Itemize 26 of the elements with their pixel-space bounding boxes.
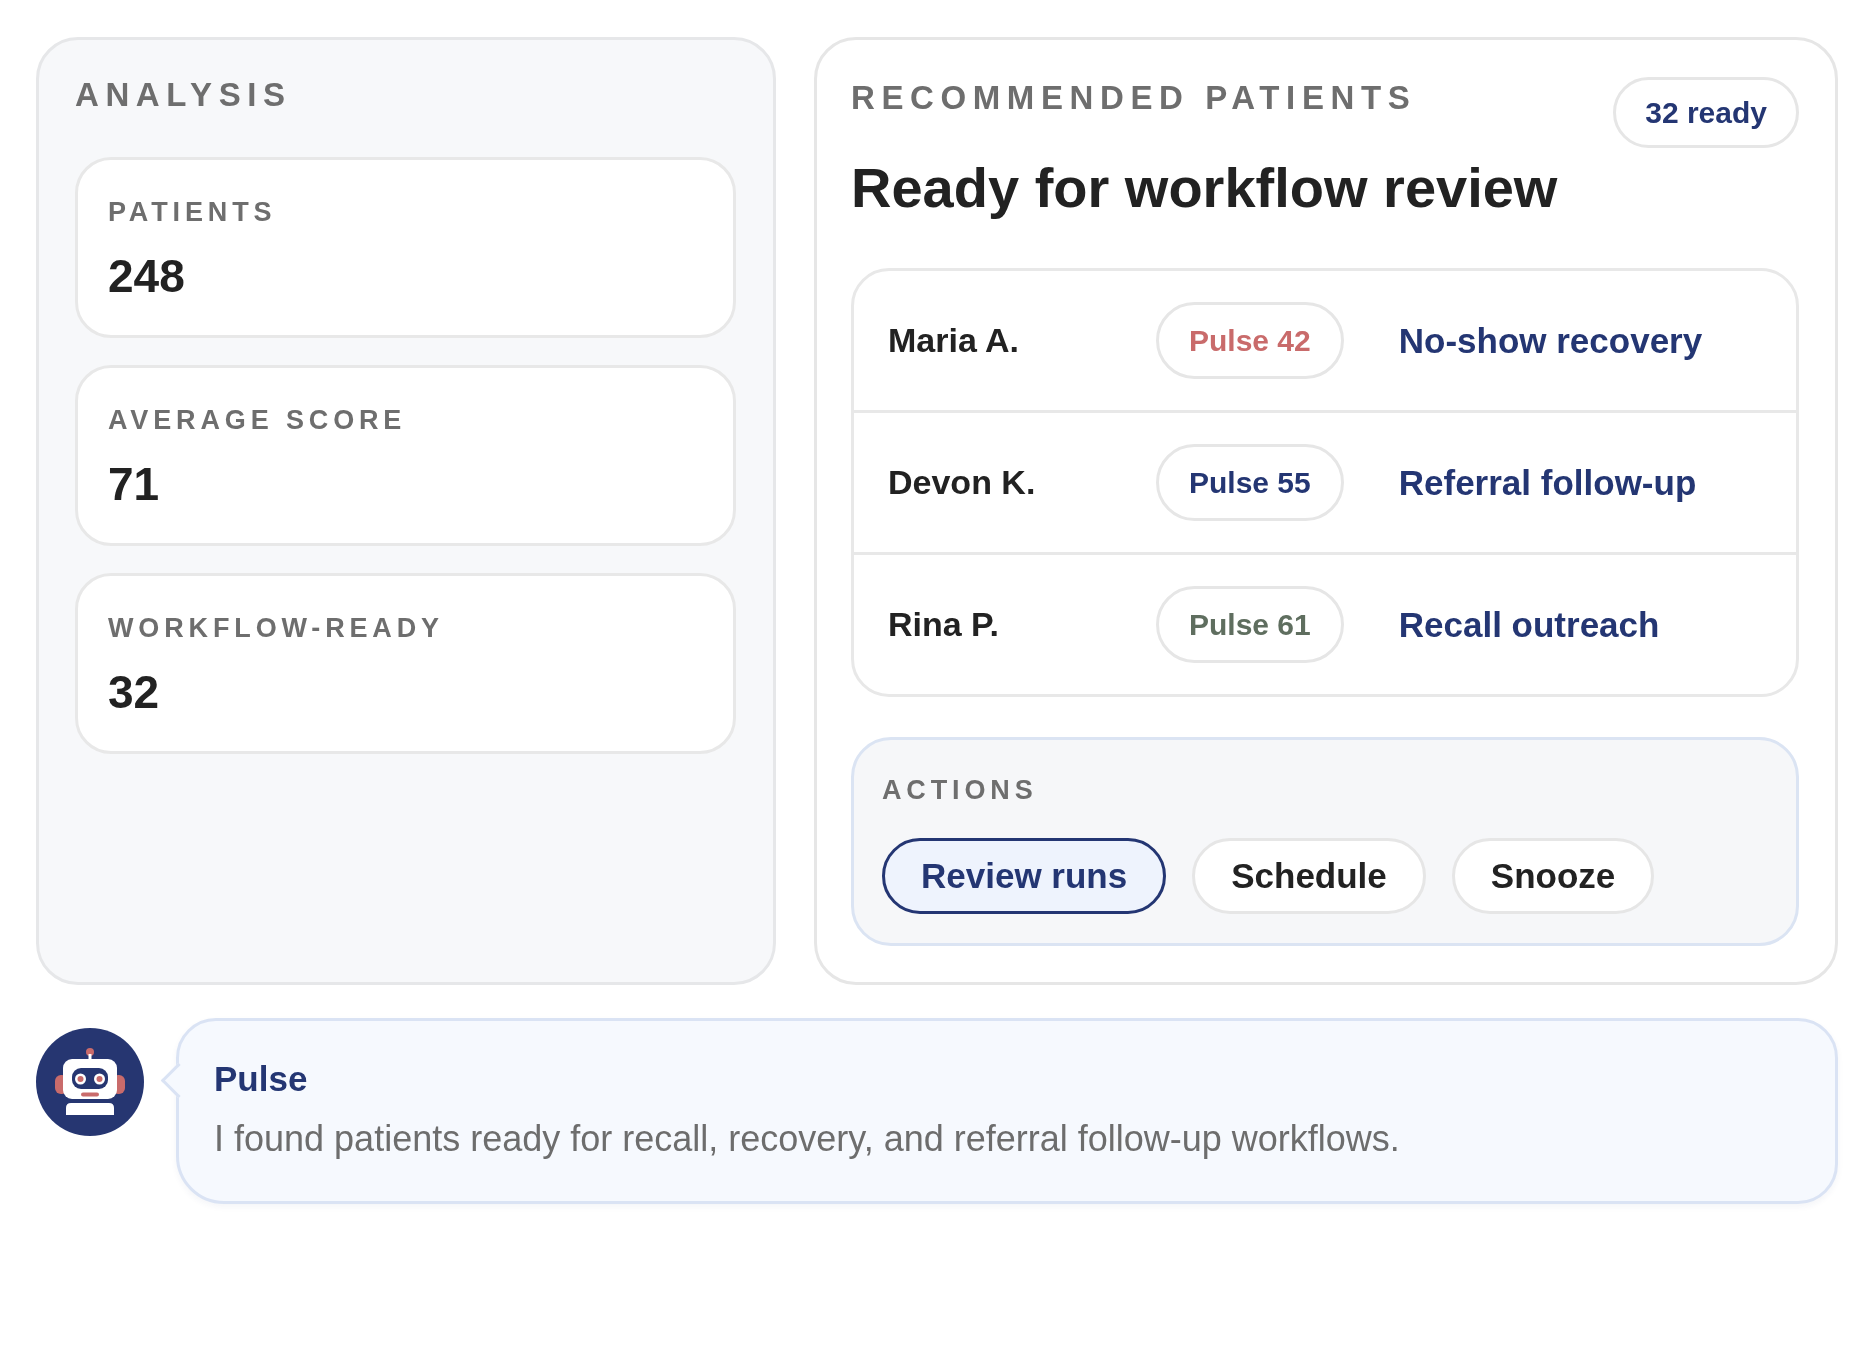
action-button[interactable]: Schedule: [1192, 838, 1426, 914]
stat-label: AVERAGE SCORE: [108, 404, 408, 437]
count-badge: 32 ready: [1613, 77, 1799, 148]
panel-heading: Ready for workflow review: [851, 155, 1559, 221]
robot-icon: [36, 1028, 144, 1136]
stat-value: 32: [108, 665, 161, 719]
workflow-link[interactable]: Referral follow-up: [1398, 462, 1697, 503]
section-label: RECOMMENDED PATIENTS: [851, 78, 1417, 118]
sender-name: Pulse: [214, 1058, 309, 1100]
patient-name: Maria A.: [888, 321, 1020, 360]
score-pill: Pulse 42: [1156, 302, 1344, 379]
stat-label: PATIENTS: [108, 196, 278, 229]
workflow-link[interactable]: Recall outreach: [1398, 604, 1660, 645]
action-button[interactable]: Review runs: [882, 838, 1167, 914]
workflow-link[interactable]: No-show recovery: [1398, 320, 1703, 361]
action-button[interactable]: Snooze: [1451, 838, 1655, 914]
score-pill: Pulse 55: [1156, 444, 1344, 521]
section-label: ANALYSIS: [75, 75, 293, 115]
stat-value: 248: [108, 249, 186, 303]
patient-name: Devon K.: [888, 463, 1037, 502]
score-pill: Pulse 61: [1156, 586, 1344, 663]
stat-value: 71: [108, 457, 161, 511]
actions-label: ACTIONS: [882, 774, 1039, 807]
patient-name: Rina P.: [888, 605, 1000, 644]
stat-label: WORKFLOW-READY: [108, 612, 445, 645]
message-text: I found patients ready for recall, recovery, and referral follow-up workflows.: [214, 1117, 1401, 1161]
